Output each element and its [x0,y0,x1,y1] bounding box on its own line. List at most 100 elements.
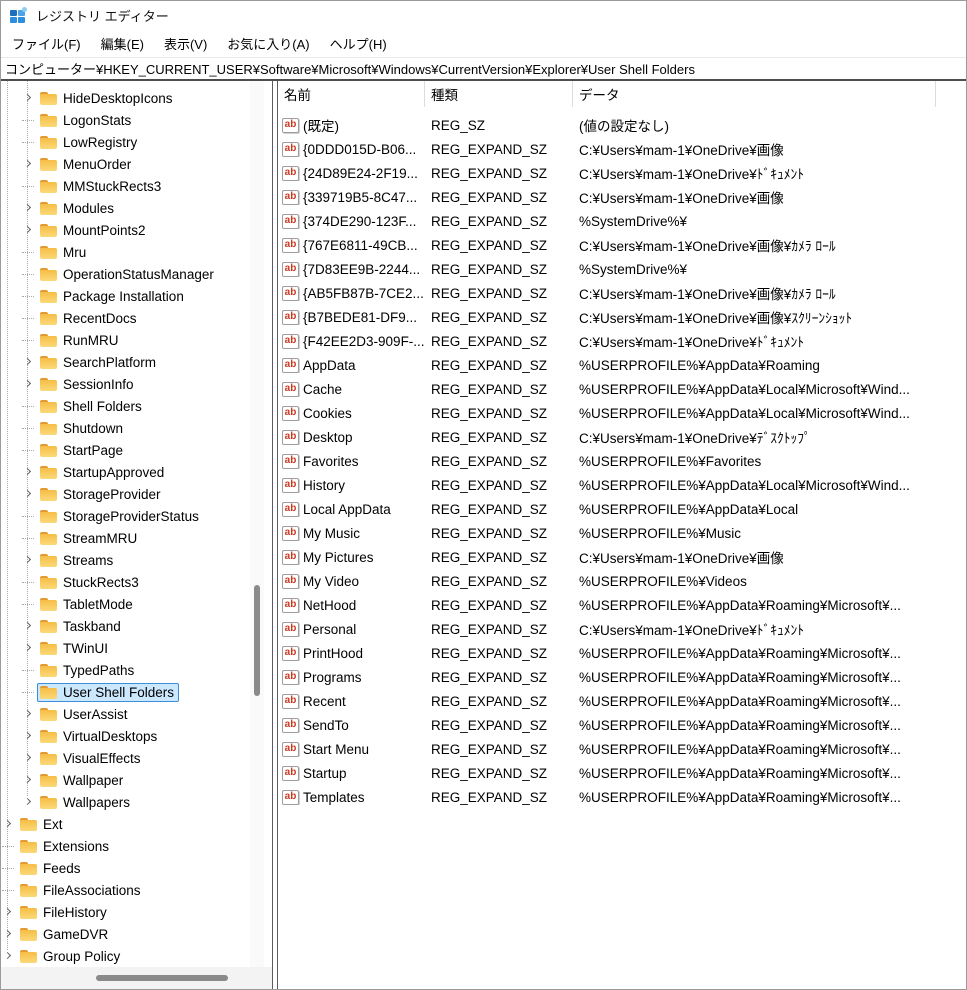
table-row[interactable]: ab Cache REG_EXPAND_SZ %USERPROFILE%¥App… [278,377,966,401]
expander-icon[interactable] [22,373,37,395]
tree-item[interactable]: SearchPlatform [1,351,246,373]
tree-item[interactable]: StuckRects3 [1,571,246,593]
table-row[interactable]: ab {F42EE2D3-909F-... REG_EXPAND_SZ C:¥U… [278,329,966,353]
expander-icon[interactable] [2,901,17,923]
menu-favorites[interactable]: お気に入り(A) [217,30,319,57]
expander-icon[interactable] [2,923,17,945]
tree-item[interactable]: Shell Folders [1,395,246,417]
table-row[interactable]: ab Templates REG_EXPAND_SZ %USERPROFILE%… [278,785,966,809]
table-row[interactable]: ab {339719B5-8C47... REG_EXPAND_SZ C:¥Us… [278,185,966,209]
table-row[interactable]: ab Desktop REG_EXPAND_SZ C:¥Users¥mam-1¥… [278,425,966,449]
column-header-data[interactable]: データ [573,81,936,107]
table-row[interactable]: ab {B7BEDE81-DF9... REG_EXPAND_SZ C:¥Use… [278,305,966,329]
expander-icon[interactable] [2,879,17,901]
tree-item[interactable]: TWinUI [1,637,246,659]
tree-item[interactable]: Wallpapers [1,791,246,813]
tree-item[interactable]: Taskband [1,615,246,637]
expander-icon[interactable] [22,637,37,659]
tree-vertical-scrollbar-thumb[interactable] [254,585,260,696]
expander-icon[interactable] [22,241,37,263]
table-row[interactable]: ab AppData REG_EXPAND_SZ %USERPROFILE%¥A… [278,353,966,377]
tree-item[interactable]: MountPoints2 [1,219,246,241]
expander-icon[interactable] [22,615,37,637]
expander-icon[interactable] [22,417,37,439]
expander-icon[interactable] [22,329,37,351]
expander-icon[interactable] [22,549,37,571]
table-row[interactable]: ab Personal REG_EXPAND_SZ C:¥Users¥mam-1… [278,617,966,641]
table-row[interactable]: ab My Pictures REG_EXPAND_SZ C:¥Users¥ma… [278,545,966,569]
table-row[interactable]: ab My Video REG_EXPAND_SZ %USERPROFILE%¥… [278,569,966,593]
menu-file[interactable]: ファイル(F) [2,30,91,57]
expander-icon[interactable] [22,659,37,681]
tree-item[interactable]: Feeds [1,857,246,879]
tree-item[interactable]: Extensions [1,835,246,857]
table-row[interactable]: ab NetHood REG_EXPAND_SZ %USERPROFILE%¥A… [278,593,966,617]
table-row[interactable]: ab {24D89E24-2F19... REG_EXPAND_SZ C:¥Us… [278,161,966,185]
expander-icon[interactable] [22,109,37,131]
expander-icon[interactable] [22,747,37,769]
tree-item[interactable]: RecentDocs [1,307,246,329]
tree-item[interactable]: LowRegistry [1,131,246,153]
tree-item[interactable]: VirtualDesktops [1,725,246,747]
table-row[interactable]: ab {7D83EE9B-2244... REG_EXPAND_SZ %Syst… [278,257,966,281]
tree-item[interactable]: StartPage [1,439,246,461]
tree-item[interactable]: FileAssociations [1,879,246,901]
expander-icon[interactable] [22,219,37,241]
tree-item[interactable]: MenuOrder [1,153,246,175]
table-row[interactable]: ab Local AppData REG_EXPAND_SZ %USERPROF… [278,497,966,521]
expander-icon[interactable] [22,307,37,329]
table-row[interactable]: ab PrintHood REG_EXPAND_SZ %USERPROFILE%… [278,641,966,665]
tree-item[interactable]: Group Policy [1,945,246,967]
expander-icon[interactable] [22,461,37,483]
expander-icon[interactable] [22,197,37,219]
expander-icon[interactable] [22,483,37,505]
table-row[interactable]: ab {0DDD015D-B06... REG_EXPAND_SZ C:¥Use… [278,137,966,161]
expander-icon[interactable] [2,857,17,879]
expander-icon[interactable] [22,593,37,615]
tree-horizontal-scrollbar[interactable] [1,967,272,989]
tree-item[interactable]: Mru [1,241,246,263]
tree-item[interactable]: MMStuckRects3 [1,175,246,197]
expander-icon[interactable] [22,769,37,791]
expander-icon[interactable] [22,131,37,153]
tree-item[interactable]: Wallpaper [1,769,246,791]
tree-item[interactable]: Streams [1,549,246,571]
expander-icon[interactable] [2,945,17,967]
expander-icon[interactable] [22,285,37,307]
tree-item[interactable]: LogonStats [1,109,246,131]
table-row[interactable]: ab Favorites REG_EXPAND_SZ %USERPROFILE%… [278,449,966,473]
table-row[interactable]: ab Start Menu REG_EXPAND_SZ %USERPROFILE… [278,737,966,761]
expander-icon[interactable] [22,703,37,725]
address-bar[interactable]: コンピューター¥HKEY_CURRENT_USER¥Software¥Micro… [1,57,966,81]
expander-icon[interactable] [22,681,37,703]
tree-item[interactable]: Ext [1,813,246,835]
tree-item[interactable]: Shutdown [1,417,246,439]
expander-icon[interactable] [22,153,37,175]
table-row[interactable]: ab {374DE290-123F... REG_EXPAND_SZ %Syst… [278,209,966,233]
expander-icon[interactable] [22,87,37,109]
expander-icon[interactable] [22,505,37,527]
tree-item[interactable]: SessionInfo [1,373,246,395]
expander-icon[interactable] [2,813,17,835]
tree-item[interactable]: OperationStatusManager [1,263,246,285]
table-row[interactable]: ab Startup REG_EXPAND_SZ %USERPROFILE%¥A… [278,761,966,785]
tree-item[interactable]: User Shell Folders [1,681,246,703]
tree-horizontal-scrollbar-thumb[interactable] [96,975,228,981]
expander-icon[interactable] [2,835,17,857]
tree-item[interactable]: StorageProvider [1,483,246,505]
tree-item[interactable]: VisualEffects [1,747,246,769]
menu-help[interactable]: ヘルプ(H) [320,30,397,57]
tree-item[interactable]: StartupApproved [1,461,246,483]
tree-item[interactable]: StreamMRU [1,527,246,549]
column-header-type[interactable]: 種類 [425,81,573,107]
column-header-name[interactable]: 名前 [278,81,425,107]
tree-item[interactable]: TabletMode [1,593,246,615]
menu-view[interactable]: 表示(V) [154,30,217,57]
table-row[interactable]: ab SendTo REG_EXPAND_SZ %USERPROFILE%¥Ap… [278,713,966,737]
tree-item[interactable]: Modules [1,197,246,219]
table-row[interactable]: ab History REG_EXPAND_SZ %USERPROFILE%¥A… [278,473,966,497]
tree-vertical-scrollbar[interactable] [250,81,264,967]
tree-item[interactable]: RunMRU [1,329,246,351]
expander-icon[interactable] [22,395,37,417]
expander-icon[interactable] [22,439,37,461]
